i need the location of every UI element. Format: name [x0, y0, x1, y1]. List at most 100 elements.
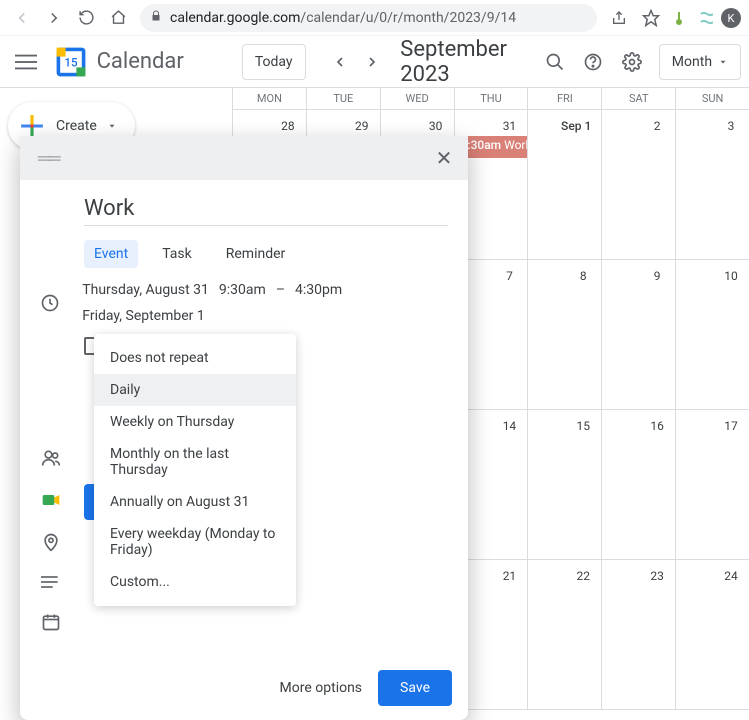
extension-icons: K [669, 8, 741, 28]
day-cell[interactable]: 23 [601, 560, 675, 710]
prev-month-button[interactable] [328, 46, 352, 78]
back-button[interactable] [8, 4, 36, 32]
day-cell[interactable]: 22 [527, 560, 601, 710]
day-number: 29 [350, 114, 374, 138]
save-button[interactable]: Save [378, 670, 452, 706]
share-icon[interactable] [605, 4, 633, 32]
repeat-option[interactable]: Does not repeat [94, 342, 296, 374]
repeat-option[interactable]: Every weekday (Monday to Friday) [94, 518, 296, 566]
url-host: calendar.google.com [170, 10, 300, 26]
location-icon [36, 532, 66, 552]
reload-button[interactable] [72, 4, 100, 32]
day-number: 15 [571, 414, 595, 438]
datetime-values[interactable]: Thursday, August 31 9:30am – 4:30pm Frid… [82, 282, 452, 324]
event-type-tabs: Event Task Reminder [84, 240, 452, 268]
datetime-row: Thursday, August 31 9:30am – 4:30pm Frid… [36, 282, 452, 324]
day-number: 16 [645, 414, 669, 438]
dow-row: MONTUEWEDTHUFRISATSUN [232, 88, 749, 110]
repeat-option[interactable]: Monthly on the last Thursday [94, 438, 296, 486]
drag-handle-icon[interactable]: ══ [38, 148, 58, 169]
end-date[interactable]: Friday, September 1 [82, 308, 205, 324]
browser-toolbar: calendar.google.com/calendar/u/0/r/month… [0, 0, 749, 36]
dow-cell: SAT [601, 88, 675, 109]
repeat-menu: Does not repeatDailyWeekly on ThursdayMo… [94, 334, 296, 606]
app-header: 15 Calendar Today September 2023 Month [0, 36, 749, 88]
tab-reminder[interactable]: Reminder [216, 240, 296, 268]
view-label: Month [672, 54, 712, 70]
bookmark-icon[interactable] [637, 4, 665, 32]
clock-icon [36, 293, 64, 313]
app-title: Calendar [97, 49, 184, 74]
profile-avatar[interactable]: K [721, 8, 741, 28]
start-date[interactable]: Thursday, August 31 [82, 282, 209, 298]
help-icon[interactable] [578, 42, 608, 82]
day-number: 7 [497, 264, 521, 288]
calendar-row [36, 604, 452, 640]
day-number: 17 [719, 414, 743, 438]
lock-icon [150, 10, 162, 25]
day-number: 21 [497, 564, 521, 588]
day-cell[interactable]: 16 [601, 410, 675, 560]
create-label: Create [56, 118, 97, 134]
event-title-input[interactable]: Work [84, 192, 448, 226]
settings-icon[interactable] [616, 42, 646, 82]
day-number: Sep 1 [557, 114, 595, 138]
dow-cell: FRI [527, 88, 601, 109]
repeat-option[interactable]: Weekly on Thursday [94, 406, 296, 438]
view-selector[interactable]: Month [659, 44, 741, 80]
day-number: 23 [645, 564, 669, 588]
address-bar[interactable]: calendar.google.com/calendar/u/0/r/month… [140, 4, 597, 32]
home-button[interactable] [104, 4, 132, 32]
day-cell[interactable]: Sep 1 [527, 110, 601, 260]
next-month-button[interactable] [360, 46, 384, 78]
popover-header: ══ ✕ [20, 136, 468, 180]
day-cell[interactable]: 17 [675, 410, 749, 560]
repeat-option[interactable]: Daily [94, 374, 296, 406]
chevron-down-icon [107, 121, 117, 131]
url-text: calendar.google.com/calendar/u/0/r/month… [170, 10, 516, 26]
close-icon[interactable]: ✕ [428, 142, 460, 174]
day-cell[interactable]: 15 [527, 410, 601, 560]
dow-cell: MON [232, 88, 306, 109]
dow-cell: WED [380, 88, 454, 109]
day-cell[interactable]: 9 [601, 260, 675, 410]
url-path: /calendar/u/0/r/month/2023/9/14 [300, 10, 516, 26]
day-cell[interactable]: 2 [601, 110, 675, 260]
ext-icon-1[interactable] [669, 8, 689, 28]
tab-task[interactable]: Task [152, 240, 202, 268]
ext-icon-2[interactable] [695, 8, 715, 28]
popover-footer: More options Save [20, 660, 468, 720]
start-time[interactable]: 9:30am [219, 282, 266, 298]
day-number: 8 [571, 264, 595, 288]
day-number: 24 [719, 564, 743, 588]
repeat-option[interactable]: Annually on August 31 [94, 486, 296, 518]
dow-cell: SUN [675, 88, 749, 109]
day-cell[interactable]: 8 [527, 260, 601, 410]
day-number: 9 [645, 264, 669, 288]
today-button[interactable]: Today [242, 44, 306, 80]
repeat-option[interactable]: Custom... [94, 566, 296, 598]
end-time[interactable]: 4:30pm [295, 282, 342, 298]
people-icon [36, 448, 66, 468]
svg-text:K: K [728, 12, 735, 25]
dow-cell: TUE [306, 88, 380, 109]
day-number: 28 [276, 114, 300, 138]
meet-icon [36, 490, 66, 510]
day-number: 10 [719, 264, 743, 288]
menu-icon[interactable] [8, 38, 45, 86]
calendar-icon [36, 612, 66, 632]
more-options-button[interactable]: More options [280, 680, 363, 696]
day-cell[interactable]: 3 [675, 110, 749, 260]
svg-text:15: 15 [64, 55, 78, 69]
forward-button[interactable] [40, 4, 68, 32]
day-cell[interactable]: 24 [675, 560, 749, 710]
day-number: 14 [497, 414, 521, 438]
search-icon[interactable] [539, 42, 569, 82]
day-number: 31 [497, 114, 521, 138]
day-number: 3 [719, 114, 743, 138]
tab-event[interactable]: Event [84, 240, 138, 268]
current-month-label: September 2023 [400, 37, 523, 87]
day-number: 22 [571, 564, 595, 588]
calendar-logo: 15 [53, 42, 89, 82]
day-cell[interactable]: 10 [675, 260, 749, 410]
